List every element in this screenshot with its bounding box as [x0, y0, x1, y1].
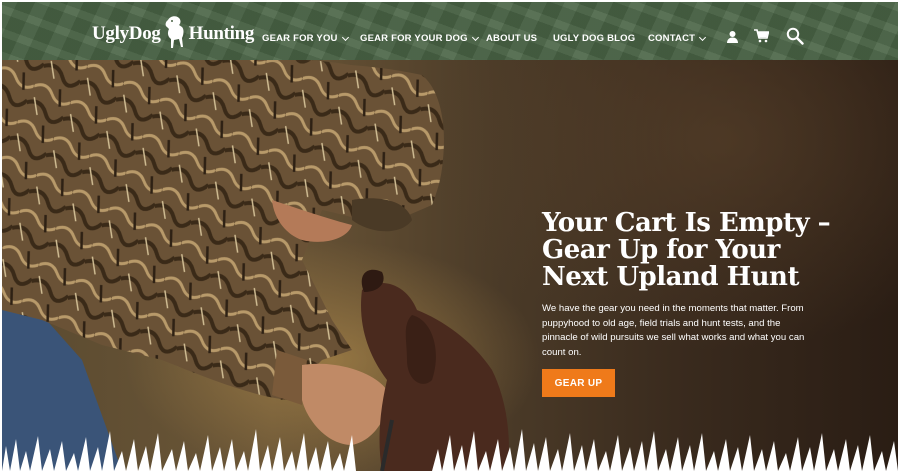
nav-gear-for-you[interactable]: GEAR FOR YOU	[262, 33, 349, 44]
account-icon[interactable]	[726, 30, 739, 43]
nav-label: GEAR FOR YOU	[262, 33, 338, 44]
hunter-with-dog-image	[2, 60, 509, 471]
nav-about-us[interactable]: ABOUT US	[486, 33, 537, 44]
hero-banner: Your Cart Is Empty – Gear Up for Your Ne…	[2, 60, 898, 471]
nav-label: CONTACT	[648, 33, 696, 44]
hero-description: We have the gear you need in the moments…	[542, 303, 805, 358]
site-header: UglyDog Hunting GEAR FOR YOU GEAR FOR YO…	[2, 2, 898, 60]
logo-text-left: UglyDog	[92, 23, 161, 44]
chevron-down-icon	[471, 33, 479, 41]
chevron-down-icon	[341, 33, 349, 41]
nav-gear-for-your-dog[interactable]: GEAR FOR YOUR DOG	[360, 33, 479, 44]
nav-label: UGLY DOG BLOG	[553, 33, 636, 44]
nav-ugly-dog-blog[interactable]: UGLY DOG BLOG	[553, 33, 635, 44]
gear-up-button[interactable]: GEAR UP	[542, 369, 615, 397]
dog-logo-icon	[165, 16, 184, 48]
grass-silhouette-decoration	[2, 429, 898, 471]
chevron-down-icon	[699, 33, 707, 41]
logo-text-right: Hunting	[188, 23, 255, 44]
site-logo[interactable]: UglyDog Hunting	[92, 14, 254, 54]
nav-label: GEAR FOR YOUR DOG	[360, 33, 468, 44]
cart-icon[interactable]	[754, 29, 769, 43]
search-icon[interactable]	[786, 27, 804, 45]
nav-contact[interactable]: CONTACT	[648, 33, 707, 44]
hero-title: Your Cart Is Empty – Gear Up for Your Ne…	[542, 208, 831, 292]
nav-label: ABOUT US	[486, 33, 538, 44]
